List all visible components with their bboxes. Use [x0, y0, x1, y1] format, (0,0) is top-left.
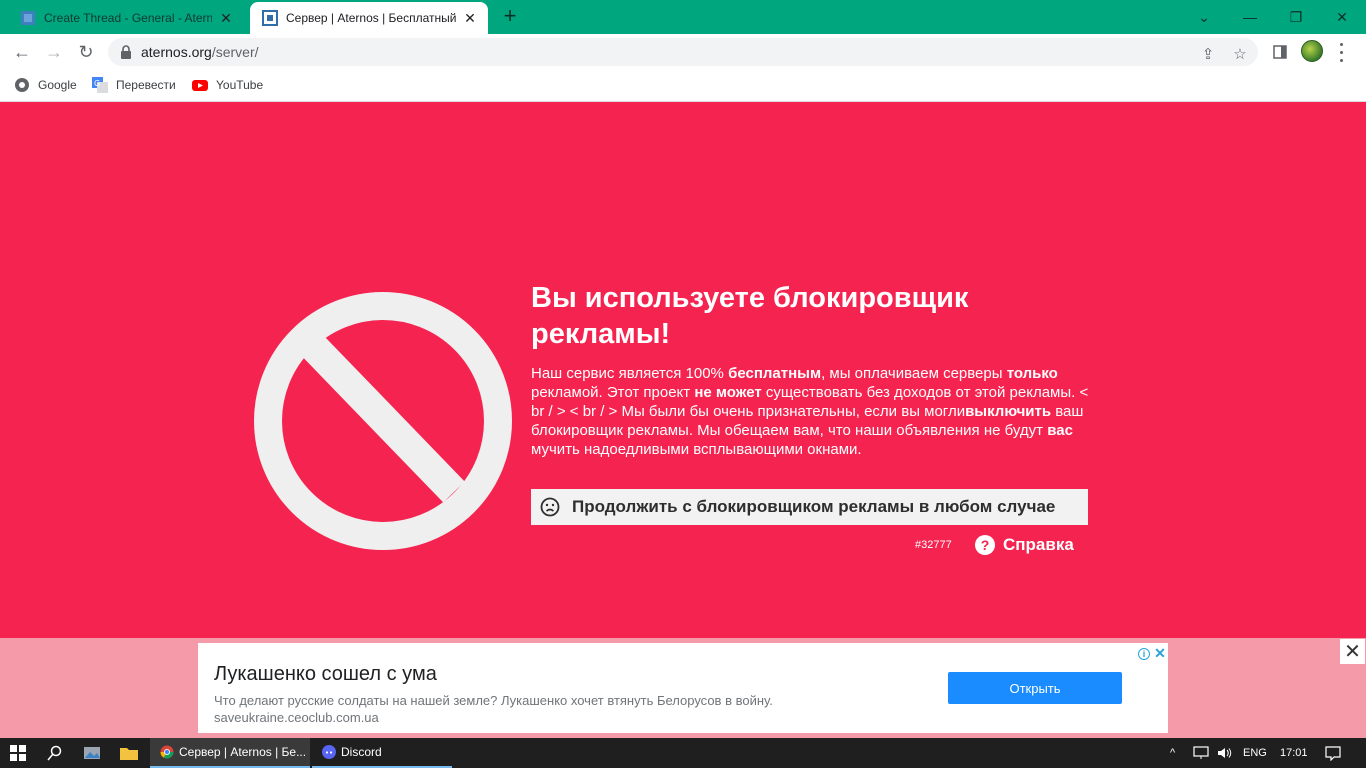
ad-url: saveukraine.ceoclub.com.ua — [214, 710, 379, 725]
kebab-menu-icon[interactable] — [1334, 40, 1348, 64]
close-icon[interactable]: ✕ — [462, 10, 478, 26]
chrome-icon — [160, 745, 174, 759]
error-code: #32777 — [915, 539, 952, 551]
ad-text: Что делают русские солдаты на нашей земл… — [214, 693, 773, 708]
svg-text:G: G — [94, 79, 100, 88]
side-panel-icon[interactable] — [1268, 40, 1292, 64]
clock[interactable]: 17:01 — [1280, 738, 1308, 768]
bookmark-youtube[interactable]: YouTube — [192, 77, 263, 93]
lock-icon — [121, 45, 131, 59]
minimize-button[interactable]: — — [1227, 4, 1273, 30]
reload-button[interactable]: ↻ — [74, 40, 98, 64]
star-icon[interactable]: ☆ — [1230, 44, 1250, 64]
aternos-favicon — [21, 11, 35, 25]
address-bar[interactable]: aternos.org/server/ ⇪ ☆ — [108, 38, 1258, 66]
windows-start-icon[interactable] — [8, 743, 28, 763]
taskbar-app-discord[interactable]: Discord — [312, 738, 452, 768]
volume-icon[interactable] — [1217, 738, 1233, 768]
adblock-description: Наш сервис является 100% бесплатным, мы … — [531, 365, 1089, 458]
tab-title: Create Thread - General - Aternos — [44, 11, 212, 25]
network-icon[interactable] — [1193, 738, 1209, 768]
close-icon[interactable]: ✕ — [1153, 646, 1167, 660]
search-icon[interactable] — [45, 743, 65, 763]
tray-chevron-up-icon[interactable]: ^ — [1170, 738, 1175, 768]
restore-button[interactable]: ❐ — [1273, 4, 1319, 30]
tab-title: Сервер | Aternos | Бесплатный сервер — [286, 11, 456, 25]
bookmarks-bar: Google G Перевести YouTube — [0, 70, 1366, 102]
help-link[interactable]: ? Справка — [975, 535, 1074, 555]
bookmark-google[interactable]: Google — [14, 77, 77, 93]
share-icon[interactable]: ⇪ — [1198, 44, 1218, 64]
help-icon: ? — [975, 535, 995, 555]
close-icon[interactable]: ✕ — [218, 10, 234, 26]
sad-face-icon — [540, 497, 560, 517]
translate-icon: G — [92, 77, 108, 93]
google-icon — [15, 78, 29, 92]
ad-box[interactable]: Лукашенко сошел с ума Что делают русские… — [198, 643, 1168, 733]
url-text: aternos.org/server/ — [141, 44, 259, 60]
photos-app-icon[interactable] — [82, 743, 102, 763]
forward-button[interactable]: → — [42, 40, 66, 64]
chevron-down-icon[interactable]: ⌄ — [1181, 4, 1227, 30]
discord-icon — [322, 745, 336, 759]
browser-toolbar: ← → ↻ aternos.org/server/ ⇪ ☆ — [0, 34, 1366, 70]
ad-close-button[interactable]: ✕ — [1340, 639, 1365, 664]
window-close-button[interactable]: ✕ — [1319, 4, 1365, 30]
continue-with-adblock-button[interactable]: Продолжить с блокировщиком рекламы в люб… — [531, 489, 1088, 525]
ad-title[interactable]: Лукашенко сошел с ума — [214, 663, 437, 686]
help-label: Справка — [1003, 535, 1074, 554]
notifications-icon[interactable] — [1325, 738, 1341, 768]
taskbar-app-chrome[interactable]: Сервер | Aternos | Бе... — [150, 738, 310, 768]
page-title: Вы используете блокировщик рекламы! — [531, 282, 969, 350]
ad-open-button[interactable]: Открыть — [948, 672, 1122, 704]
no-sign-icon — [254, 292, 512, 550]
language-indicator[interactable]: ENG — [1243, 738, 1267, 768]
youtube-icon — [192, 80, 208, 91]
file-explorer-icon[interactable] — [119, 743, 139, 763]
ad-banner: Лукашенко сошел с ума Что делают русские… — [0, 638, 1366, 738]
windows-taskbar: Сервер | Aternos | Бе... Discord ^ ENG 1… — [0, 738, 1366, 768]
continue-label: Продолжить с блокировщиком рекламы в люб… — [572, 497, 1056, 516]
tab-server[interactable]: Сервер | Aternos | Бесплатный сервер ✕ — [250, 2, 488, 34]
profile-avatar[interactable] — [1301, 40, 1323, 62]
info-icon[interactable]: i — [1138, 648, 1150, 660]
back-button[interactable]: ← — [10, 40, 34, 64]
tab-strip: Create Thread - General - Aternos ✕ Серв… — [0, 0, 1366, 34]
tab-create-thread[interactable]: Create Thread - General - Aternos ✕ — [8, 2, 244, 34]
new-tab-button[interactable]: + — [498, 5, 522, 29]
bookmark-translate[interactable]: G Перевести — [92, 77, 176, 93]
aternos-favicon — [262, 10, 278, 26]
